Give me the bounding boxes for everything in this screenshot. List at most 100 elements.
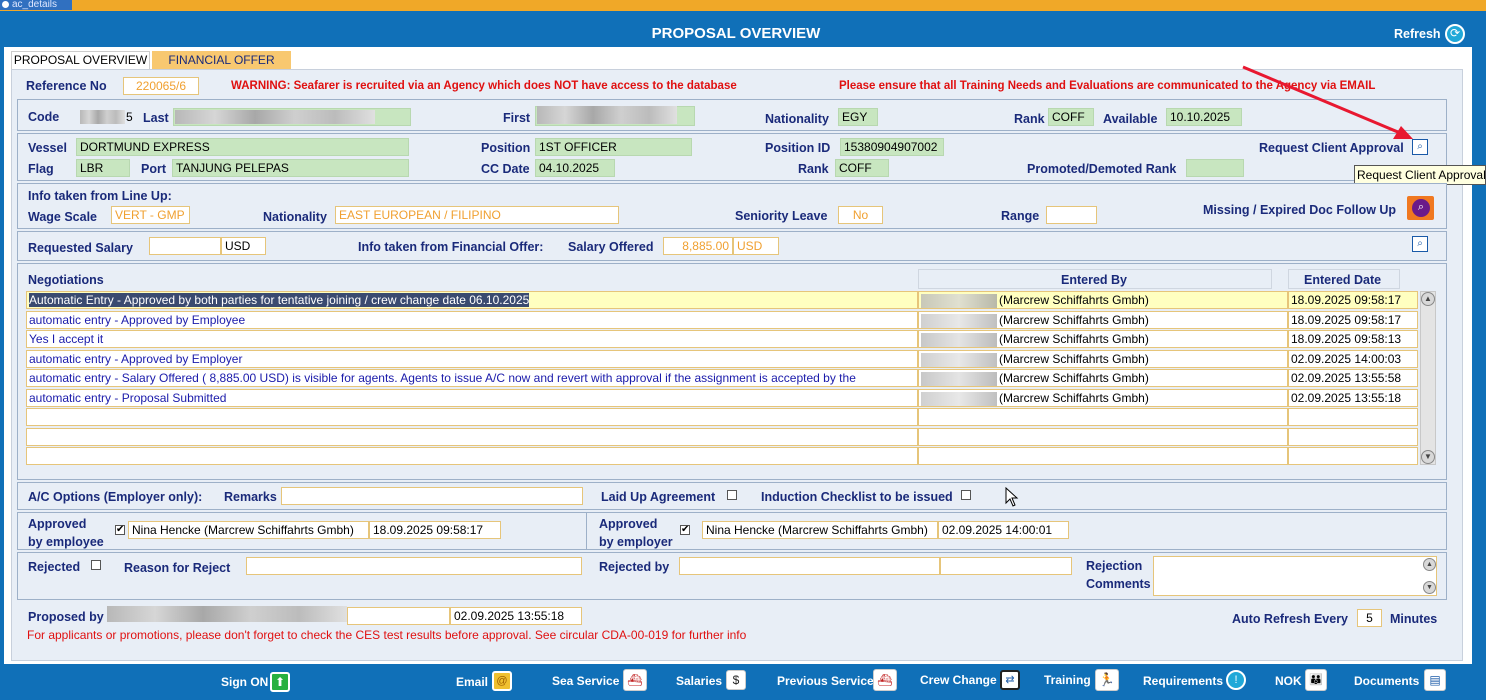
comments-scroll-down-icon[interactable]: ▼ xyxy=(1423,581,1436,594)
nationality-label: Nationality xyxy=(765,112,829,126)
auto-refresh-label: Auto Refresh Every xyxy=(1232,612,1349,626)
refresh-button[interactable]: Refresh xyxy=(1394,27,1441,41)
flag-label: Flag xyxy=(28,162,54,176)
employee-approval-date: 18.09.2025 09:58:17 xyxy=(369,521,501,539)
salaries-button[interactable]: Salaries xyxy=(676,674,722,688)
salary-offered-currency: USD xyxy=(733,237,779,255)
first-name-blur xyxy=(537,106,677,124)
entered-date-cell: 02.09.2025 13:55:58 xyxy=(1288,369,1418,387)
negotiation-row[interactable]: automatic entry - Proposal Submitted xyxy=(26,389,918,407)
negotiation-row[interactable]: automatic entry - Salary Offered ( 8,885… xyxy=(26,369,918,387)
entered-by-cell: (Marcrew Schiffahrts Gmbh) xyxy=(918,311,1288,329)
code-blur xyxy=(80,110,125,124)
entered-by-cell: (Marcrew Schiffahrts Gmbh) xyxy=(918,330,1288,348)
auto-refresh-value[interactable]: 5 xyxy=(1357,609,1382,627)
tab-proposal-overview[interactable]: PROPOSAL OVERVIEW xyxy=(11,51,150,69)
approved-by-employer-label-2: by employer xyxy=(599,535,673,549)
sea-service-icon[interactable]: ⛴ xyxy=(623,669,647,691)
nok-icon[interactable]: 👪 xyxy=(1305,669,1327,691)
entered-by-header-label: Entered By xyxy=(1061,273,1127,287)
email-icon[interactable]: @ xyxy=(492,671,512,691)
negotiation-row-empty[interactable] xyxy=(26,447,918,465)
crew-change-button[interactable]: Crew Change xyxy=(920,673,997,687)
approved-by-employer-checkbox[interactable]: ✔ xyxy=(680,525,690,535)
negotiation-row-empty[interactable] xyxy=(26,408,918,426)
proposed-by-name xyxy=(347,607,450,625)
last-name-label: Last xyxy=(143,111,169,125)
approved-by-employee-label-1: Approved xyxy=(28,517,87,531)
position-id-value: 15380904907002 xyxy=(840,138,944,156)
available-label: Available xyxy=(1103,112,1158,126)
training-button[interactable]: Training xyxy=(1044,673,1091,687)
crew-change-icon[interactable]: ⇄ xyxy=(1000,670,1020,690)
rejection-comments-label-1: Rejection xyxy=(1086,559,1143,573)
entered-by-cell-empty xyxy=(918,447,1288,465)
cc-date-label: CC Date xyxy=(481,162,530,176)
window-title-bar xyxy=(0,0,1486,11)
rejection-comments-input[interactable] xyxy=(1153,556,1437,596)
range-value xyxy=(1046,206,1097,224)
vessel-label: Vessel xyxy=(28,141,67,155)
missing-doc-label: Missing / Expired Doc Follow Up xyxy=(1203,203,1397,217)
rank-value: COFF xyxy=(1048,108,1094,126)
laid-up-checkbox[interactable] xyxy=(727,490,737,500)
refresh-icon[interactable]: ⟳ xyxy=(1445,24,1465,44)
financial-offer-search-icon[interactable]: ⌕ xyxy=(1412,236,1428,252)
promoted-rank-label: Promoted/Demoted Rank xyxy=(1027,162,1177,176)
negotiation-text: automatic entry - Approved by Employer xyxy=(29,352,243,366)
entered-by-company: (Marcrew Schiffahrts Gmbh) xyxy=(999,332,1149,346)
previous-service-button[interactable]: Previous Service xyxy=(777,674,874,688)
scroll-up-icon[interactable]: ▲ xyxy=(1421,292,1435,306)
comments-scroll-up-icon[interactable]: ▲ xyxy=(1423,558,1436,571)
entered-date-cell: 18.09.2025 09:58:13 xyxy=(1288,330,1418,348)
scroll-down-icon[interactable]: ▼ xyxy=(1421,450,1435,464)
position-id-label: Position ID xyxy=(765,141,831,155)
requirements-icon[interactable]: ! xyxy=(1226,670,1246,690)
email-button[interactable]: Email xyxy=(456,675,488,689)
position-value: 1ST OFFICER xyxy=(535,138,692,156)
sign-on-icon[interactable]: ⬆ xyxy=(270,672,290,692)
remarks-input[interactable] xyxy=(281,487,583,505)
negotiation-text: automatic entry - Salary Offered ( 8,885… xyxy=(29,371,856,385)
induction-label: Induction Checklist to be issued xyxy=(761,490,953,504)
code-label: Code xyxy=(28,110,60,124)
negotiation-text: Automatic Entry - Approved by both parti… xyxy=(29,293,530,307)
negotiation-row[interactable]: automatic entry - Approved by Employee xyxy=(26,311,918,329)
tab-financial-offer[interactable]: FINANCIAL OFFER xyxy=(152,51,291,69)
requirements-button[interactable]: Requirements xyxy=(1143,674,1223,688)
negotiation-row[interactable]: Yes I accept it xyxy=(26,330,918,348)
salaries-icon[interactable]: $ xyxy=(726,670,746,690)
nok-button[interactable]: NOK xyxy=(1275,674,1302,688)
sea-service-button[interactable]: Sea Service xyxy=(552,674,619,688)
previous-service-icon[interactable]: ⛴ xyxy=(873,669,897,691)
proposed-by-blur xyxy=(107,606,347,622)
training-icon[interactable]: 🏃 xyxy=(1095,669,1119,691)
last-name-blur xyxy=(175,110,375,124)
sign-on-button[interactable]: Sign ON xyxy=(221,675,268,689)
documents-icon[interactable]: ▤ xyxy=(1424,669,1446,691)
promoted-rank-value xyxy=(1186,159,1244,177)
reason-for-reject-label: Reason for Reject xyxy=(124,561,231,575)
seniority-leave-value: No xyxy=(838,206,883,224)
rejected-checkbox[interactable] xyxy=(91,560,101,570)
flag-value: LBR xyxy=(76,159,130,177)
lineup-header: Info taken from Line Up: xyxy=(28,189,172,203)
reason-for-reject-input[interactable] xyxy=(246,557,582,575)
negotiation-text: Yes I accept it xyxy=(29,332,104,346)
rejection-comments-label-2: Comments xyxy=(1086,577,1151,591)
entered-by-company: (Marcrew Schiffahrts Gmbh) xyxy=(999,352,1149,366)
requested-salary-input[interactable] xyxy=(149,237,221,255)
induction-checkbox[interactable] xyxy=(961,490,971,500)
entered-by-cell-empty xyxy=(918,428,1288,446)
entered-by-cell: (Marcrew Schiffahrts Gmbh) xyxy=(918,369,1288,387)
range-label: Range xyxy=(1001,209,1040,223)
negotiation-row[interactable]: Automatic Entry - Approved by both parti… xyxy=(26,291,918,309)
approved-by-employee-checkbox[interactable]: ✔ xyxy=(115,525,125,535)
negotiations-scrollbar[interactable] xyxy=(1420,291,1436,465)
negotiation-row[interactable]: automatic entry - Approved by Employer xyxy=(26,350,918,368)
documents-button[interactable]: Documents xyxy=(1354,674,1419,688)
window-tab[interactable]: ac_details xyxy=(0,0,72,10)
missing-doc-icon[interactable]: ⌕ xyxy=(1407,196,1434,220)
vessel-rank-label: Rank xyxy=(798,162,829,176)
negotiation-row-empty[interactable] xyxy=(26,428,918,446)
